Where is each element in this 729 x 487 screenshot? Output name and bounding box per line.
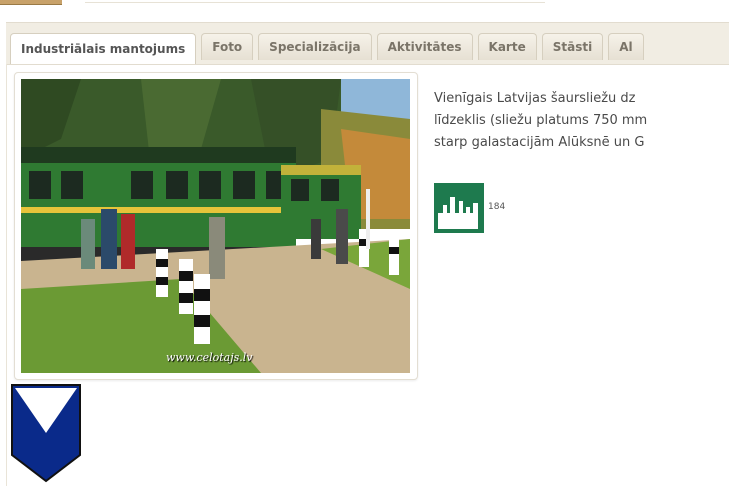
train-photo[interactable]: www.celotajs.lv <box>21 79 410 373</box>
description: Vienīgais Latvijas šaursliežu dz līdzekl… <box>434 88 729 154</box>
tab-specialization[interactable]: Specializācija <box>258 33 372 60</box>
description-line: starp galastacijām Alūksnē un G <box>434 135 645 150</box>
top-strip <box>0 0 729 6</box>
description-line: līdzeklis (sliežu platums 750 mm <box>434 113 648 128</box>
top-divider <box>85 2 545 3</box>
tab-list: Industriālais mantojums Foto Specializācij… <box>10 33 649 64</box>
photo-watermark: www.celotajs.lv <box>166 351 253 364</box>
city-skyline-icon[interactable] <box>434 183 484 233</box>
tab-activities[interactable]: Aktivitātes <box>376 33 473 60</box>
tab-industrial-heritage[interactable]: Industriālais mantojums <box>10 33 197 64</box>
tab-photo[interactable]: Foto <box>201 33 254 60</box>
coat-of-arms-icon <box>10 383 82 483</box>
train-photo-image <box>21 79 410 373</box>
description-line: Vienīgais Latvijas šaursliežu dz <box>434 91 636 106</box>
rating-count: 184 <box>488 202 506 212</box>
tab-map[interactable]: Karte <box>477 33 537 60</box>
tab-content-divider <box>6 64 729 65</box>
tab-stories[interactable]: Stāsti <box>541 33 604 60</box>
top-tab-edge <box>0 0 62 5</box>
content-left-border <box>6 64 7 486</box>
tab-more[interactable]: Al <box>608 33 644 60</box>
photo-frame: www.celotajs.lv <box>14 72 418 380</box>
